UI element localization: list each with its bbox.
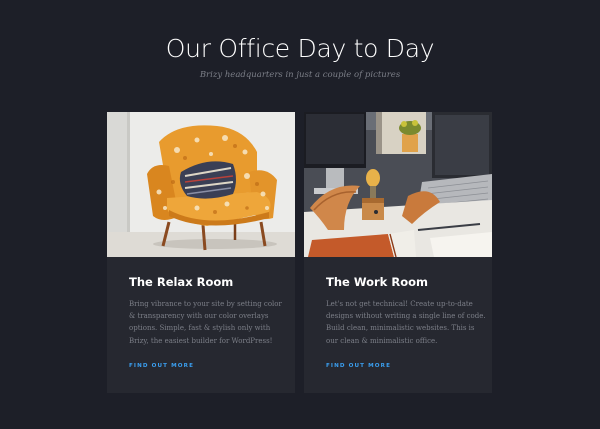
card-work-room: The Work Room Let's not get technical! C… [304, 112, 492, 393]
find-out-more-link[interactable]: FIND OUT MORE [129, 363, 194, 369]
card-title: The Work Room [326, 275, 428, 289]
relax-room-photo [107, 112, 295, 257]
card-title: The Relax Room [129, 275, 234, 289]
card-description: Bring vibrance to your site by setting c… [129, 300, 282, 345]
section-subtitle: Brizy headquarters in just a couple of p… [199, 70, 401, 80]
find-out-more-link[interactable]: FIND OUT MORE [326, 363, 391, 369]
card-description: Let's not get technical! Create up-to-da… [326, 300, 486, 345]
card-relax-room: The Relax Room Bring vibrance to your si… [107, 112, 295, 393]
section-title: Our Office Day to Day [165, 34, 435, 63]
work-room-photo [304, 112, 492, 257]
